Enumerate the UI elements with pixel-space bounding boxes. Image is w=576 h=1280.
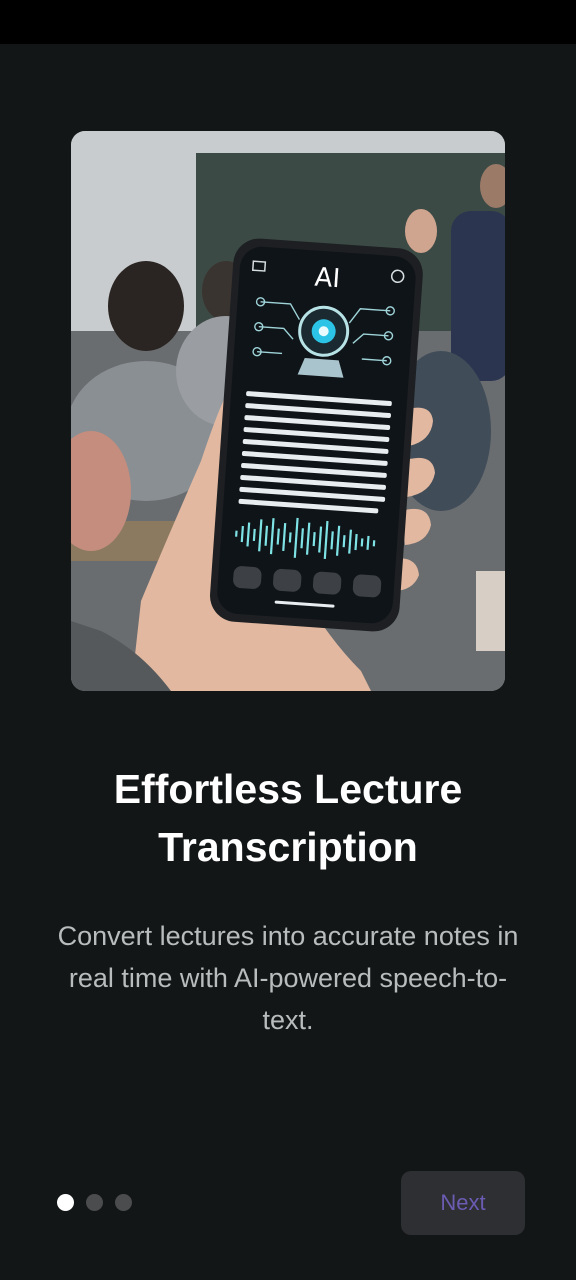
- next-button[interactable]: Next: [401, 1171, 525, 1235]
- onboarding-title: Effortless Lecture Transcription: [113, 766, 463, 870]
- page-indicator-dot-2[interactable]: [86, 1194, 103, 1211]
- hero-illustration: AI: [71, 131, 505, 691]
- status-bar: [0, 0, 576, 44]
- phone-ai-label: AI: [314, 263, 341, 295]
- page-indicator-dot-3[interactable]: [115, 1194, 132, 1211]
- page-indicator: [57, 1194, 132, 1211]
- onboarding-description: Convert lectures into accurate notes in …: [57, 921, 519, 1035]
- page-indicator-dot-1[interactable]: [57, 1194, 74, 1211]
